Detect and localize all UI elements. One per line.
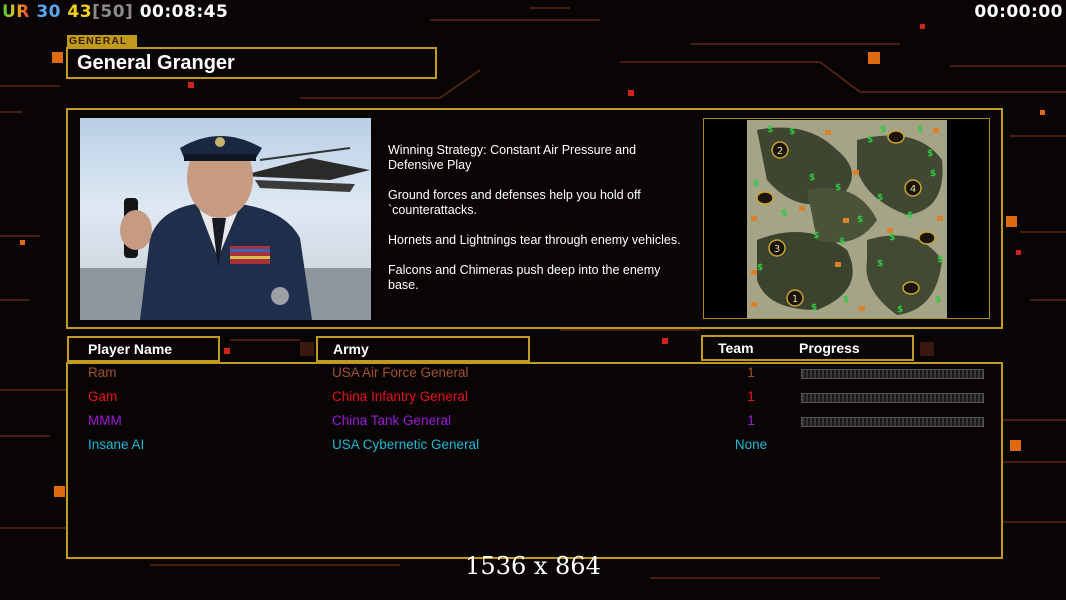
strategy-line-2: Ground forces and defenses help you hold… — [388, 188, 641, 217]
player-team: 1 — [747, 413, 755, 428]
hud-value-a: 30 — [36, 2, 61, 22]
start-position-3: 3 — [774, 244, 780, 255]
svg-text:$: $ — [877, 259, 883, 269]
start-position-1: 1 — [792, 294, 798, 305]
header-player-name: Player Name — [67, 336, 220, 362]
svg-text:$: $ — [907, 211, 913, 221]
header-team: Team — [718, 340, 754, 356]
header-team-progress: Team Progress — [701, 335, 914, 361]
strategy-line-4: Falcons and Chimeras push deep into the … — [388, 263, 661, 292]
hud-label: UR — [2, 2, 30, 22]
svg-text:$: $ — [927, 149, 933, 159]
svg-text:$: $ — [917, 125, 923, 135]
player-team: None — [734, 437, 768, 452]
svg-text:$: $ — [789, 127, 795, 137]
player-team: 1 — [747, 389, 755, 404]
general-portrait-image — [80, 136, 371, 320]
header-progress: Progress — [799, 340, 860, 356]
svg-text:$: $ — [877, 193, 883, 203]
svg-text:$: $ — [843, 295, 849, 305]
player-name: Insane AI — [88, 437, 145, 452]
hud-value-c: [50] — [92, 2, 134, 22]
svg-text:$: $ — [839, 237, 845, 247]
svg-text:$: $ — [753, 179, 759, 189]
player-progress-bar — [801, 393, 984, 403]
svg-text:$: $ — [781, 209, 787, 219]
svg-text:$: $ — [867, 135, 873, 145]
player-army: China Infantry General — [332, 389, 468, 404]
player-list-panel: Ram USA Air Force General 1 Gam China In… — [66, 362, 1003, 559]
strategy-description: Winning Strategy: Constant Air Pressure … — [388, 143, 698, 308]
game-timer: 00:00:00 — [974, 2, 1063, 22]
svg-text:$: $ — [930, 169, 936, 179]
player-row: Gam China Infantry General 1 — [68, 389, 1001, 411]
player-progress-bar — [801, 369, 984, 379]
svg-text:$: $ — [897, 305, 903, 315]
svg-text:$: $ — [757, 263, 763, 273]
resolution-overlay: 1536 x 864 — [465, 552, 601, 580]
minimap[interactable]: 1 2 3 4 $ $ $ $ $ $ $ $ $ $ $ $ $ $ $ $ $ $ $ $ $ $ $ $ — [747, 120, 947, 318]
player-army: USA Air Force General — [332, 365, 469, 380]
svg-text:$: $ — [880, 125, 886, 135]
minimap-terrain: 1 2 3 4 $ $ $ $ $ $ $ $ $ $ $ $ $ $ $ $ $ $ $ $ $ $ $ $ — [747, 120, 947, 318]
svg-text:$: $ — [937, 255, 943, 265]
start-position-2: 2 — [777, 146, 783, 157]
svg-text:$: $ — [811, 303, 817, 313]
player-name: Ram — [88, 365, 117, 380]
player-row: Ram USA Air Force General 1 — [68, 365, 1001, 387]
svg-text:$: $ — [857, 215, 863, 225]
player-army: USA Cybernetic General — [332, 437, 480, 452]
minimap-frame: 1 2 3 4 $ $ $ $ $ $ $ $ $ $ $ $ $ $ $ $ $ $ $ $ $ $ $ $ — [703, 118, 990, 319]
hud-elapsed-time: 00:08:45 — [139, 2, 229, 22]
strategy-line-3: Hornets and Lightnings tear through enem… — [388, 233, 681, 247]
general-portrait — [80, 118, 371, 320]
svg-text:$: $ — [809, 173, 815, 183]
start-position-4: 4 — [910, 184, 916, 195]
player-row: Insane AI USA Cybernetic General None — [68, 437, 1001, 459]
svg-text:$: $ — [889, 233, 895, 243]
svg-text:$: $ — [835, 183, 841, 193]
svg-text:$: $ — [935, 295, 941, 305]
player-row: MMM China Tank General 1 — [68, 413, 1001, 435]
hud-stats: UR 30 43[50] 00:08:45 — [2, 2, 228, 22]
strategy-line-1: Winning Strategy: Constant Air Pressure … — [388, 143, 637, 172]
player-team: 1 — [747, 365, 755, 380]
general-name-title: General Granger — [66, 47, 437, 79]
header-army: Army — [316, 336, 530, 362]
hud-value-b: 43 — [67, 2, 93, 22]
player-progress-bar — [801, 417, 984, 427]
player-name: Gam — [88, 389, 118, 404]
player-name: MMM — [88, 413, 122, 428]
svg-text:$: $ — [813, 231, 819, 241]
player-army: China Tank General — [332, 413, 452, 428]
svg-text:$: $ — [767, 125, 773, 135]
